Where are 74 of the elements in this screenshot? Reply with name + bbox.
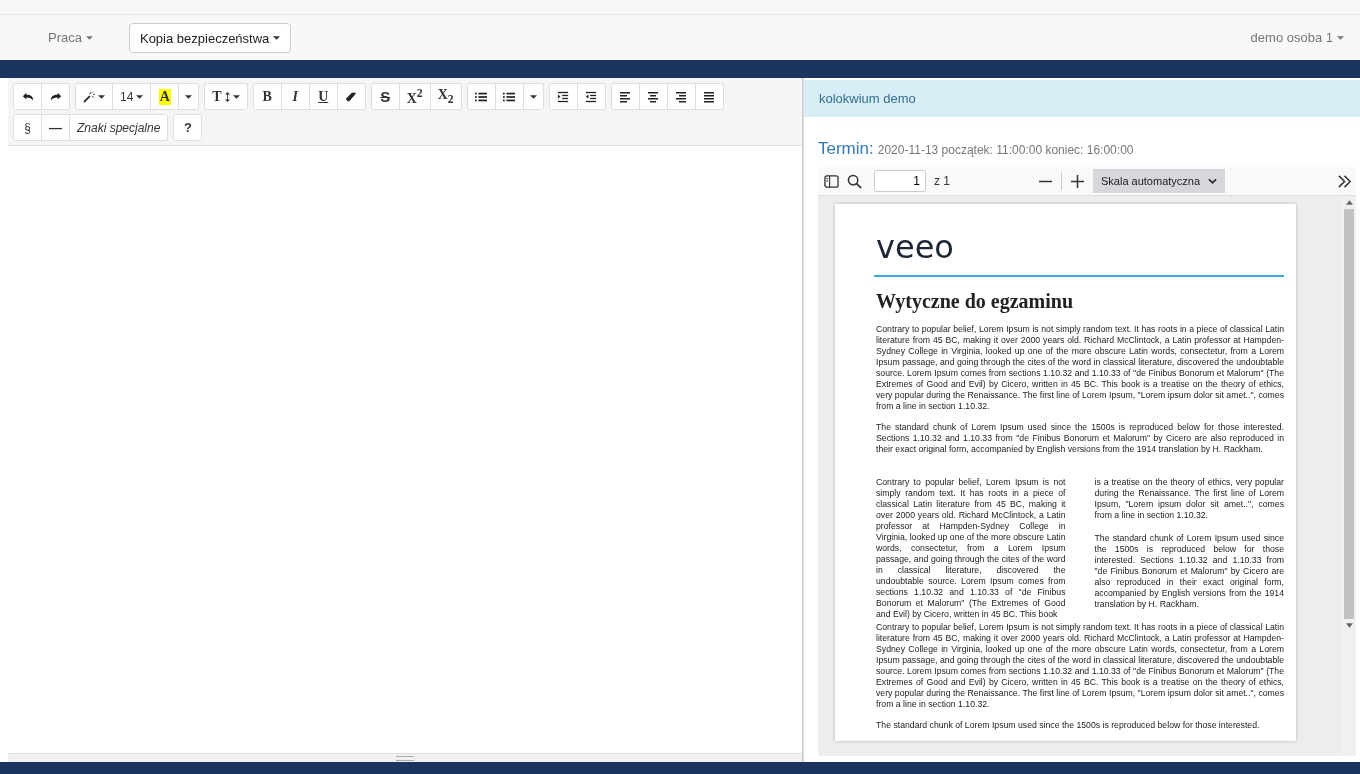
- outdent-icon: [585, 90, 598, 103]
- indent-button[interactable]: [548, 83, 578, 110]
- toolbar-button[interactable]: §: [13, 114, 42, 141]
- sidebar-toggle-icon[interactable]: [824, 173, 839, 189]
- caret-icon: [1337, 35, 1344, 40]
- redo-button[interactable]: [41, 83, 70, 110]
- toolbar-button[interactable]: I: [280, 83, 310, 110]
- work-menu[interactable]: Praca: [48, 30, 93, 45]
- caret-icon: [85, 35, 93, 40]
- align-right-button[interactable]: [666, 83, 696, 110]
- scroll-up-icon[interactable]: [1345, 200, 1353, 205]
- outdent-button[interactable]: [576, 83, 606, 110]
- scroll-down-icon[interactable]: [1345, 623, 1353, 628]
- toolbar-button[interactable]: —: [41, 114, 70, 141]
- toolbar-button[interactable]: X$^{2}$: [398, 83, 431, 110]
- document-heading: Wytyczne do egzaminu: [876, 289, 1074, 313]
- search-icon[interactable]: [847, 173, 862, 189]
- numbered-list-icon: [503, 90, 516, 103]
- toolbar-button[interactable]: S: [370, 83, 400, 110]
- toolbar-button[interactable]: 14: [112, 83, 152, 110]
- align-center-button[interactable]: [638, 83, 668, 110]
- page-number-field[interactable]: 1: [874, 170, 926, 192]
- bulleted-list-icon: [475, 90, 488, 103]
- redo-icon: [49, 90, 62, 103]
- term-label: Termin:: [818, 139, 874, 159]
- align-left-icon: [619, 90, 632, 103]
- double-chevron-icon[interactable]: [1337, 173, 1352, 189]
- paragraph: The standard chunk of Lorem Ipsum used since the 1500s is reproduced below for those interested. Sections 1.10.32 and 1.10.33 from "de Finibus Bonorum et Malorum" by Cicero are also reproduced in their exact original form, accompanied by English versions from the 1914 translation by H. Rackham.: [1094, 533, 1284, 610]
- paragraph: is a treatise on the theory of ethics, very popular during the Renaissance. The first line of Lorem Ipsum, "Lorem ipsum dolor sit amet..", comes from a line in section 1.10.32.: [1094, 477, 1284, 521]
- chevron-down-icon: [1208, 178, 1217, 184]
- highlight-button[interactable]: A: [150, 83, 180, 110]
- backup-button[interactable]: Kopia bezpieczeństwa: [128, 23, 292, 53]
- paragraph: Contrary to popular belief, Lorem Ipsum is not simply random text. It has roots in a piece of classical Latin literature from 45 BC, making it over 2000 years old. Richard McClintock, a Latin professor at Hampden-Sydney College in Virginia, looked up one of the more obscure Latin words, consectetur, from a Lorem Ipsum passage, and going through the cites of the word in classical literature, discovered the undoubtable source. Lorem Ipsum comes from sections 1.10.32 and 1.10.33 of "de Finibus Bonorum et Malorum" (The Extremes of Good and Evil) by Cicero, written in 45 BC. This book: [876, 477, 1066, 620]
- justify-icon: [703, 90, 716, 103]
- caret-icon: [98, 94, 105, 99]
- zoom-scale-dropdown[interactable]: Skala automatyczna: [1093, 169, 1225, 193]
- exam-title: kolokwium demo: [804, 80, 1360, 117]
- user-menu[interactable]: demo osoba 1: [1250, 30, 1344, 45]
- caret-icon: [529, 94, 537, 99]
- dropdown-button[interactable]: [522, 83, 544, 110]
- toolbar-button[interactable]: B: [252, 83, 282, 110]
- zoom-in-icon[interactable]: [1070, 173, 1085, 189]
- paragraph: Contrary to popular belief, Lorem Ipsum is not simply random text. It has roots in a piece of classical Latin literature from 45 BC, making it over 2000 years old. Richard McClintock, a Latin professor at Hampden-Sydney College in Virginia, looked up one of the more obscure Latin words, consectetur, from a Lorem Ipsum passage, and going through the cites of the word in classical literature, discovered the undoubtable source. Lorem Ipsum comes from sections 1.10.32 and 1.10.33 of "de Finibus Bonorum et Malorum" (The Extremes of Good and Evil) by Cicero, written in 45 BC. This book is a treatise on the theory of ethics, very popular during the Renaissance. The first line of Lorem Ipsum, "Lorem ipsum dolor sit amet..", comes from a line in section 1.10.32.: [876, 622, 1284, 710]
- resize-handle[interactable]: [8, 753, 802, 762]
- magic-wand-button[interactable]: [75, 83, 113, 110]
- caret-icon: [273, 36, 281, 40]
- dropdown-button[interactable]: [178, 83, 200, 110]
- align-center-icon: [647, 90, 660, 103]
- eraser-button[interactable]: [336, 83, 366, 110]
- indent-icon: [557, 90, 570, 103]
- toolbar-button[interactable]: ?: [173, 114, 203, 141]
- bulleted-list-button[interactable]: [466, 83, 496, 110]
- caret-icon: [136, 94, 144, 99]
- eraser-icon: [345, 90, 358, 103]
- term-details: 2020-11-13 początek: 11:00:00 koniec: 16:00:00: [877, 143, 1134, 157]
- justify-button[interactable]: [694, 83, 724, 110]
- align-right-icon: [675, 90, 688, 103]
- caret-icon: [185, 94, 193, 99]
- undo-button[interactable]: [13, 83, 42, 110]
- paragraph: The standard chunk of Lorem Ipsum used since the 1500s is reproduced below for those interested.: [876, 720, 1261, 731]
- undo-icon: [21, 90, 34, 103]
- toolbar-button[interactable]: U: [308, 83, 338, 110]
- caret-icon: [232, 94, 240, 99]
- toolbar-button[interactable]: T: [204, 83, 248, 110]
- logo: veeo: [876, 231, 954, 263]
- paragraph: Contrary to popular belief, Lorem Ipsum is not simply random text. It has roots in a piece of classical Latin literature from 45 BC, making it over 2000 years old. Richard McClintock, a Latin professor at Hampden-Sydney College in Virginia, looked up one of the more obscure Latin words, consectetur, from a Lorem Ipsum passage, and going through the cites of the word in classical literature, discovered the undoubtable source. Lorem Ipsum comes from sections 1.10.32 and 1.10.33 of "de Finibus Bonorum et Malorum" (The Extremes of Good and Evil) by Cicero, written in 45 BC. This book is a treatise on the theory of ethics, very popular during the Renaissance. The first line of Lorem Ipsum, "Lorem ipsum dolor sit amet..", comes from a line in section 1.10.32.: [876, 324, 1284, 412]
- numbered-list-button[interactable]: [494, 83, 524, 110]
- magic-wand-icon: [83, 90, 95, 103]
- up-down-arrow-icon: [224, 91, 230, 102]
- page-count: z 1: [934, 174, 950, 188]
- toolbar-button[interactable]: X$_{2}$: [429, 83, 462, 110]
- toolbar-button[interactable]: Znaki specjalne: [69, 114, 169, 141]
- paragraph: The standard chunk of Lorem Ipsum used since the 1500s is reproduced below for those interested. Sections 1.10.32 and 1.10.33 from "de Finibus Bonorum et Malorum" by Cicero are also reproduced in their exact original form, accompanied by English versions from the 1914 translation by H. Rackham.: [876, 422, 1284, 455]
- align-left-button[interactable]: [610, 83, 640, 110]
